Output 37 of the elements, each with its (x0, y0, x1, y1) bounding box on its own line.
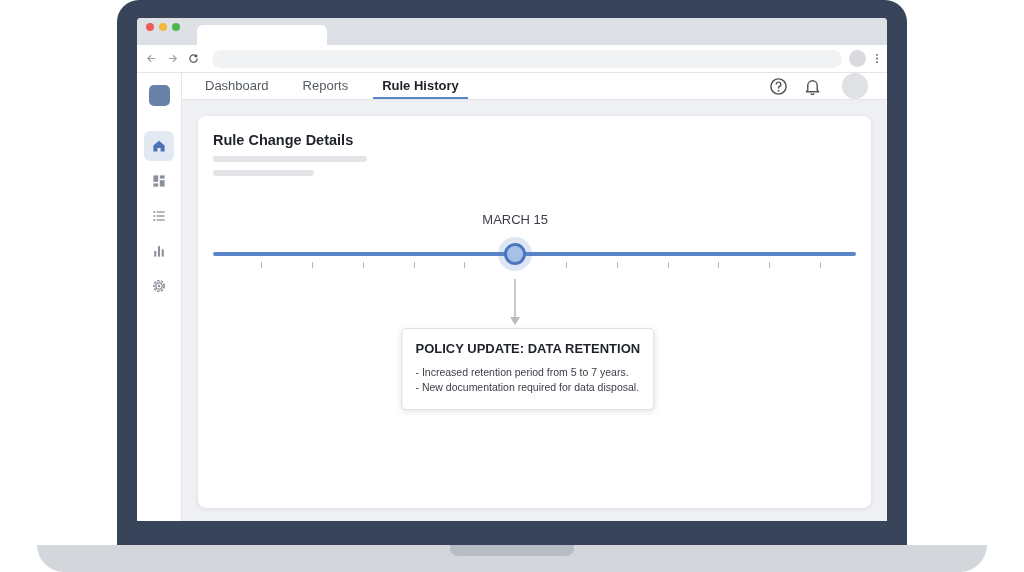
dashboard-icon (151, 173, 167, 189)
tick-mark (769, 262, 771, 268)
list-icon (151, 208, 167, 224)
callout-title: POLICY UPDATE: DATA RETENTION (415, 341, 641, 356)
profile-avatar[interactable] (849, 50, 866, 67)
tick-mark (362, 262, 364, 268)
close-dot[interactable] (146, 23, 154, 31)
nav-tab[interactable]: Reports (293, 73, 358, 99)
date-label: MARCH 15 (482, 212, 549, 227)
menu-icon[interactable] (875, 53, 879, 64)
tick-mark (413, 262, 415, 268)
minimize-dot[interactable] (159, 23, 167, 31)
card-title: Rule Change Details (213, 132, 355, 148)
user-avatar[interactable] (842, 73, 868, 99)
tick-mark (312, 262, 313, 268)
app-logo (148, 85, 170, 106)
nav-tab[interactable]: Dashboard (196, 73, 278, 99)
settings-icon (151, 278, 167, 294)
tick-mark (718, 262, 720, 268)
tick-mark (261, 262, 263, 268)
home-icon (151, 138, 167, 154)
tick-mark (667, 262, 669, 268)
bar-chart-icon (151, 243, 167, 259)
tick-mark (464, 262, 466, 268)
back-icon[interactable] (146, 53, 157, 64)
tick-mark (616, 262, 618, 268)
callout-text: - Increased retention period from 5 to 7 years. (415, 365, 630, 380)
help-icon[interactable] (769, 76, 788, 96)
timeline-marker[interactable] (504, 243, 527, 265)
reload-icon[interactable] (188, 53, 199, 64)
callout-text: - New documentation required for data disposal. (415, 380, 641, 395)
tick-mark (820, 262, 821, 268)
down-arrow (509, 279, 522, 325)
maximize-dot[interactable] (172, 23, 180, 31)
sidebar-item[interactable] (144, 131, 174, 161)
forward-icon[interactable] (167, 53, 178, 64)
tick-mark (566, 262, 567, 268)
